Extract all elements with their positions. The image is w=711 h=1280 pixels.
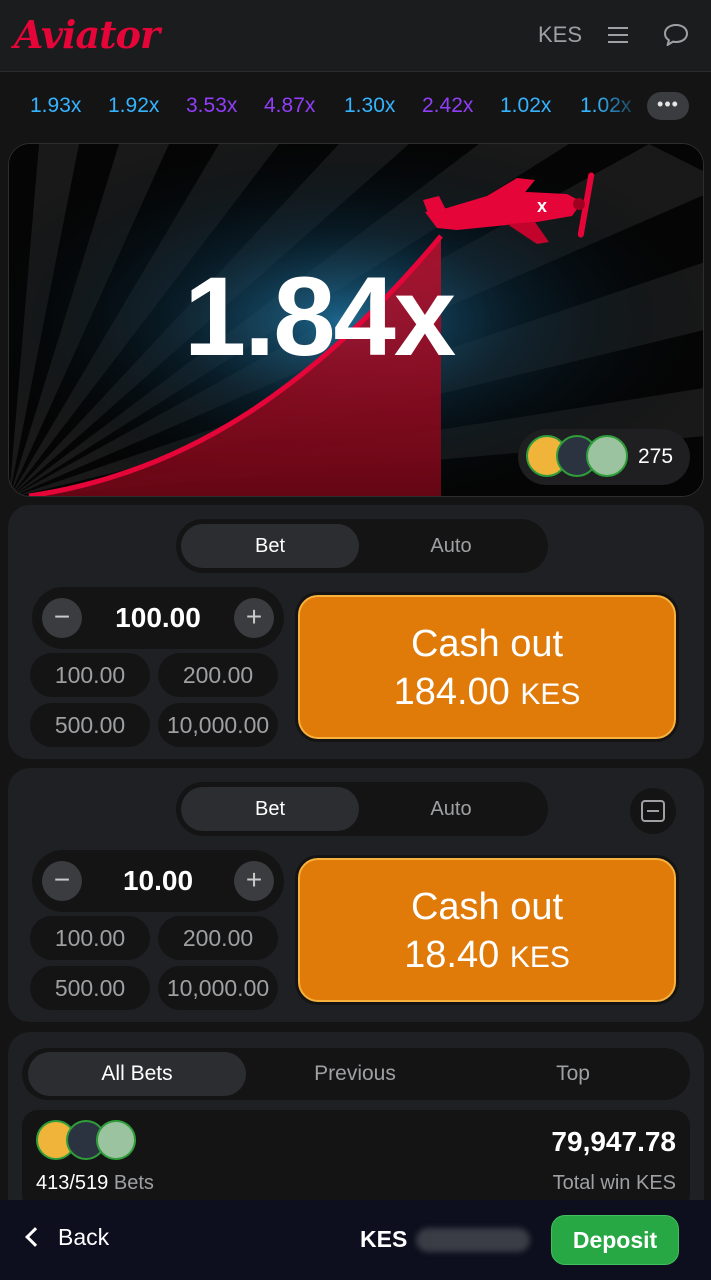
- quick-amount-button[interactable]: 100.00: [30, 653, 150, 697]
- tab-top[interactable]: Top: [464, 1052, 682, 1096]
- cash-out-amount: 184.00 KES: [300, 671, 674, 714]
- game-canvas: x 1.84x 275: [8, 143, 704, 497]
- bet-mode-tabs: Bet Auto: [176, 782, 548, 836]
- minus-icon[interactable]: −: [42, 861, 82, 901]
- history-fade: [596, 72, 648, 140]
- total-win-label: Total win KES: [552, 1172, 676, 1194]
- tab-bet[interactable]: Bet: [181, 787, 359, 831]
- history-more-button[interactable]: •••: [647, 92, 689, 120]
- back-label: Back: [58, 1224, 110, 1250]
- history-multiplier[interactable]: 1.02x: [500, 94, 551, 118]
- history-multiplier[interactable]: 2.42x: [422, 94, 473, 118]
- player-avatar: [586, 435, 628, 477]
- cash-out-amount: 18.40 KES: [300, 934, 674, 977]
- cash-out-button[interactable]: Cash out 18.40 KES: [298, 858, 676, 1002]
- quick-amount-button[interactable]: 10,000.00: [158, 703, 278, 747]
- cash-out-value: 184.00: [393, 671, 510, 713]
- tab-all-bets[interactable]: All Bets: [28, 1052, 246, 1096]
- tab-auto[interactable]: Auto: [362, 524, 540, 568]
- stake-value[interactable]: 10.00: [80, 865, 236, 897]
- history-multiplier[interactable]: 1.93x: [30, 94, 81, 118]
- multiplier-history: 1.93x 1.92x 3.53x 4.87x 1.30x 2.42x 1.02…: [0, 72, 711, 140]
- bets-list-tabs: All Bets Previous Top: [22, 1048, 690, 1100]
- bets-count-value: 413/519: [36, 1172, 109, 1194]
- aviator-logo: Aviator: [14, 12, 160, 57]
- stake-stepper: − 100.00 +: [32, 587, 284, 649]
- history-multiplier[interactable]: 3.53x: [186, 94, 237, 118]
- remove-panel-button[interactable]: [630, 788, 676, 834]
- bets-summary: 413/519 Bets 79,947.78 Total win KES: [22, 1110, 690, 1210]
- minus-icon[interactable]: −: [42, 598, 82, 638]
- bet-panel-2: Bet Auto − 10.00 + 100.00 200.00 500.00 …: [8, 768, 704, 1022]
- quick-amount-button[interactable]: 500.00: [30, 703, 150, 747]
- players-count: 275: [638, 445, 674, 468]
- history-multiplier[interactable]: 4.87x: [264, 94, 315, 118]
- total-win-value: 79,947.78: [551, 1126, 676, 1157]
- stake-stepper: − 10.00 +: [32, 850, 284, 912]
- quick-amount-button[interactable]: 200.00: [158, 916, 278, 960]
- quick-amount-button[interactable]: 100.00: [30, 916, 150, 960]
- plus-icon[interactable]: +: [234, 861, 274, 901]
- history-multiplier[interactable]: 1.92x: [108, 94, 159, 118]
- cash-out-currency: KES: [509, 941, 570, 974]
- bet-mode-tabs: Bet Auto: [176, 519, 548, 573]
- cash-out-currency: KES: [520, 678, 581, 711]
- quick-amount-button[interactable]: 10,000.00: [158, 966, 278, 1010]
- tab-previous[interactable]: Previous: [246, 1052, 464, 1096]
- hamburger-menu-icon[interactable]: [608, 26, 628, 44]
- player-avatar: [96, 1120, 136, 1160]
- svg-text:x: x: [537, 196, 547, 216]
- quick-amount-button[interactable]: 500.00: [30, 966, 150, 1010]
- cash-out-label: Cash out: [410, 886, 564, 928]
- balance-currency: KES: [360, 1226, 408, 1252]
- deposit-button[interactable]: Deposit: [551, 1215, 679, 1265]
- history-multiplier[interactable]: 1.30x: [344, 94, 395, 118]
- active-players-badge: 275: [518, 429, 690, 485]
- tab-bet[interactable]: Bet: [181, 524, 359, 568]
- tab-auto[interactable]: Auto: [362, 787, 540, 831]
- top-bar: Aviator KES: [0, 0, 711, 72]
- balance-hidden: [416, 1228, 530, 1252]
- back-button[interactable]: Back: [25, 1224, 110, 1258]
- bottom-bar: Back KES Deposit: [0, 1200, 711, 1280]
- plus-icon[interactable]: +: [234, 598, 274, 638]
- cash-out-value: 18.40: [404, 934, 500, 976]
- bet-panel-1: Bet Auto − 100.00 + 100.00 200.00 500.00…: [8, 505, 704, 759]
- minus-square-icon: [641, 800, 665, 822]
- currency-label: KES: [538, 22, 583, 47]
- cash-out-button[interactable]: Cash out 184.00 KES: [298, 595, 676, 739]
- bets-count-label: Bets: [113, 1172, 154, 1194]
- cash-out-label: Cash out: [410, 623, 564, 665]
- bets-count: 413/519 Bets: [36, 1172, 154, 1195]
- stake-value[interactable]: 100.00: [80, 602, 236, 634]
- chevron-left-icon: [25, 1227, 45, 1247]
- current-multiplier: 1.84x: [183, 254, 456, 379]
- chat-bubble-icon[interactable]: [662, 22, 690, 48]
- quick-amount-button[interactable]: 200.00: [158, 653, 278, 697]
